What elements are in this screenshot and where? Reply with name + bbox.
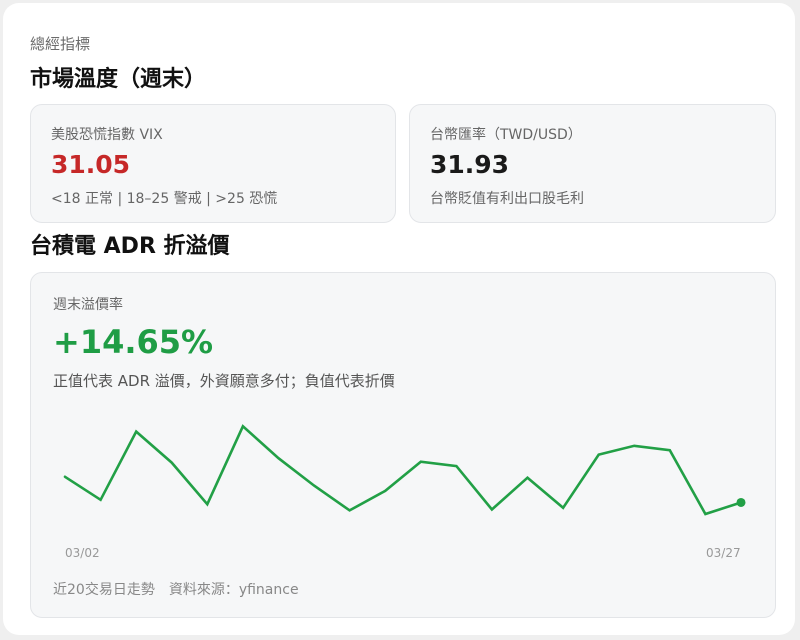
vix-value: 31.05: [51, 150, 131, 179]
vix-note: <18 正常 | 18–25 警戒 | >25 恐慌: [51, 191, 278, 207]
chart-footer: 近20交易日走勢 資料來源：yfinance: [53, 582, 299, 598]
vix-label: 美股恐慌指數 VIX: [51, 127, 163, 143]
twd-value: 31.93: [430, 150, 510, 179]
section-kicker: 總經指標: [30, 35, 91, 53]
adr-section-title: 台積電 ADR 折溢價: [30, 234, 230, 259]
x-tick-start: 03/02: [65, 546, 100, 560]
twd-note: 台幣貶值有利出口股毛利: [430, 191, 584, 207]
vix-card: 美股恐慌指數 VIX 31.05 <18 正常 | 18–25 警戒 | >25…: [30, 104, 396, 223]
adr-trend-line: [63, 424, 743, 516]
adr-card: 週末溢價率 +14.65% 正值代表 ADR 溢價，外資願意多付；負值代表折價 …: [30, 272, 776, 618]
page-title: 市場溫度（週末）: [30, 67, 207, 92]
macro-panel: 總經指標 市場溫度（週末） 美股恐慌指數 VIX 31.05 <18 正常 | …: [3, 3, 795, 635]
adr-trend-chart: [63, 424, 746, 516]
twd-label: 台幣匯率（TWD/USD）: [430, 127, 582, 143]
twd-card: 台幣匯率（TWD/USD） 31.93 台幣貶值有利出口股毛利: [409, 104, 776, 223]
adr-latest-point: [736, 497, 746, 507]
x-tick-end: 03/27: [706, 546, 741, 560]
